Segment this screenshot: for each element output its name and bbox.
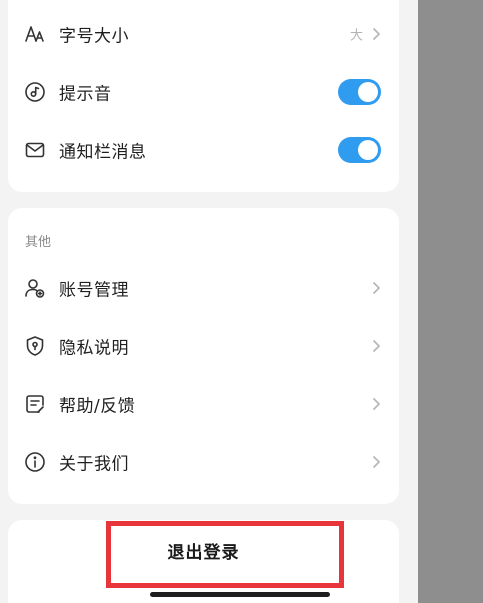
font-size-value: 大 — [349, 28, 363, 44]
chevron-right-icon — [369, 397, 383, 411]
settings-card: 字号大小 大 提示音 通知栏消息 — [8, 0, 399, 192]
font-size-label: 字号大小 — [59, 26, 129, 47]
toggle-knob — [358, 140, 378, 160]
menu-item-account[interactable]: 账号管理 — [8, 268, 399, 308]
chevron-right-icon — [369, 455, 383, 469]
home-indicator — [150, 592, 330, 597]
menu-item-label: 帮助/反馈 — [59, 396, 136, 417]
settings-drawer: 字号大小 大 提示音 通知栏消息 其他 账号管理 隐私说明 帮助/反馈 关于我们… — [0, 0, 418, 603]
chevron-right-icon — [369, 27, 383, 41]
sound-row: 提示音 — [8, 72, 399, 112]
account-icon — [23, 276, 47, 300]
menu-item-label: 隐私说明 — [59, 338, 129, 359]
notification-row: 通知栏消息 — [8, 130, 399, 170]
notification-toggle[interactable] — [338, 137, 381, 163]
dim-overlay[interactable] — [418, 0, 483, 603]
feedback-icon — [23, 392, 47, 416]
font-size-row[interactable]: 字号大小 大 — [8, 14, 399, 54]
sound-label: 提示音 — [59, 84, 112, 105]
other-card: 其他 账号管理 隐私说明 帮助/反馈 关于我们 — [8, 208, 399, 504]
toggle-knob — [358, 82, 378, 102]
menu-item-feedback[interactable]: 帮助/反馈 — [8, 384, 399, 424]
chevron-right-icon — [369, 339, 383, 353]
chevron-right-icon — [369, 281, 383, 295]
menu-item-privacy[interactable]: 隐私说明 — [8, 326, 399, 366]
sound-toggle[interactable] — [338, 79, 381, 105]
notification-label: 通知栏消息 — [59, 142, 147, 163]
mail-icon — [23, 138, 47, 162]
menu-item-about[interactable]: 关于我们 — [8, 442, 399, 482]
font-size-icon — [23, 22, 47, 46]
menu-item-label: 关于我们 — [59, 454, 129, 475]
shield-icon — [23, 334, 47, 358]
music-icon — [23, 80, 47, 104]
menu-item-label: 账号管理 — [59, 280, 129, 301]
info-icon — [23, 450, 47, 474]
highlight-box — [106, 521, 344, 588]
section-title-other: 其他 — [25, 235, 52, 250]
